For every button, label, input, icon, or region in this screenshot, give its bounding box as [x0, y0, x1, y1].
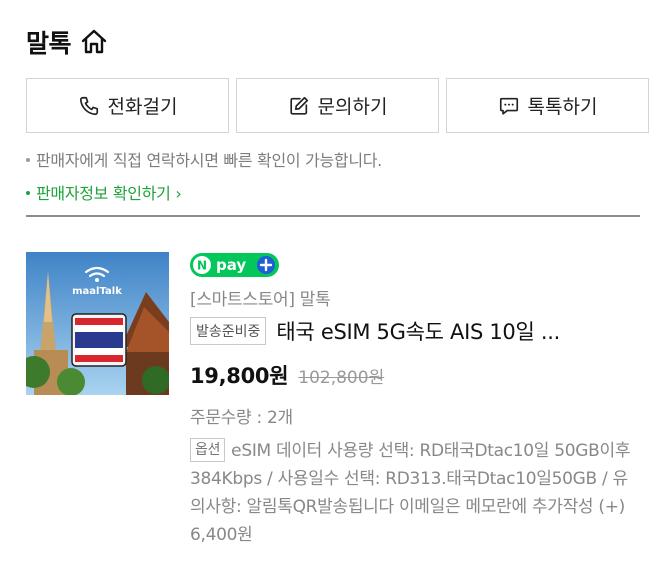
edit-icon [288, 95, 310, 117]
inquiry-button-label: 문의하기 [317, 96, 388, 118]
sale-price: 19,800원 [190, 364, 289, 388]
brand-logo-text: maalTalk [72, 286, 122, 297]
call-button[interactable]: 전화걸기 [26, 78, 229, 133]
store-header: 말톡 [26, 24, 109, 60]
svg-text:N: N [197, 259, 207, 273]
chat-icon [498, 95, 520, 117]
status-badge: 발송준비중 [190, 317, 267, 345]
contact-button-row: 전화걸기 문의하기 톡톡하기 [26, 78, 649, 133]
inquiry-button[interactable]: 문의하기 [236, 78, 439, 133]
product-title-row: 발송준비중 태국 eSIM 5G속도 AIS 10일 ... [190, 316, 640, 346]
svg-text:pay: pay [216, 256, 246, 274]
bullet-icon [26, 190, 30, 195]
order-quantity: 주문수량 : 2개 [190, 408, 293, 428]
option-text: eSIM 데이터 사용량 선택: RD태국Dtac10일 50GB이후 384K… [190, 441, 631, 545]
home-icon[interactable] [79, 27, 109, 57]
seller-info-link[interactable]: 판매자정보 확인하기 › [26, 180, 182, 204]
price-row: 19,800원 102,800원 [190, 360, 384, 390]
call-button-label: 전화걸기 [107, 96, 178, 118]
chevron-right-icon: › [170, 184, 182, 203]
phone-icon [78, 95, 100, 117]
original-price: 102,800원 [298, 368, 385, 388]
contact-notice-text: 판매자에게 직접 연락하시면 빠른 확인이 가능합니다. [36, 151, 382, 170]
bullet-icon [26, 157, 30, 162]
talktalk-button-label: 톡톡하기 [527, 96, 598, 118]
option-badge: 옵션 [190, 438, 226, 462]
option-detail: 옵션 eSIM 데이터 사용량 선택: RD태국Dtac10일 50GB이후 38… [190, 437, 642, 549]
store-label: [스마트스토어] 말톡 [190, 290, 331, 310]
product-title[interactable]: 태국 eSIM 5G속도 AIS 10일 ... [276, 316, 560, 346]
store-name: 말톡 [26, 29, 72, 58]
talktalk-button[interactable]: 톡톡하기 [446, 78, 649, 133]
section-divider [26, 215, 640, 217]
seller-info-link-text: 판매자정보 확인하기 [36, 184, 171, 203]
product-thumbnail[interactable]: maalTalk [26, 252, 169, 395]
npay-plus-badge: N pay [190, 252, 280, 278]
contact-notice: 판매자에게 직접 연락하시면 빠른 확인이 가능합니다. [26, 147, 382, 171]
